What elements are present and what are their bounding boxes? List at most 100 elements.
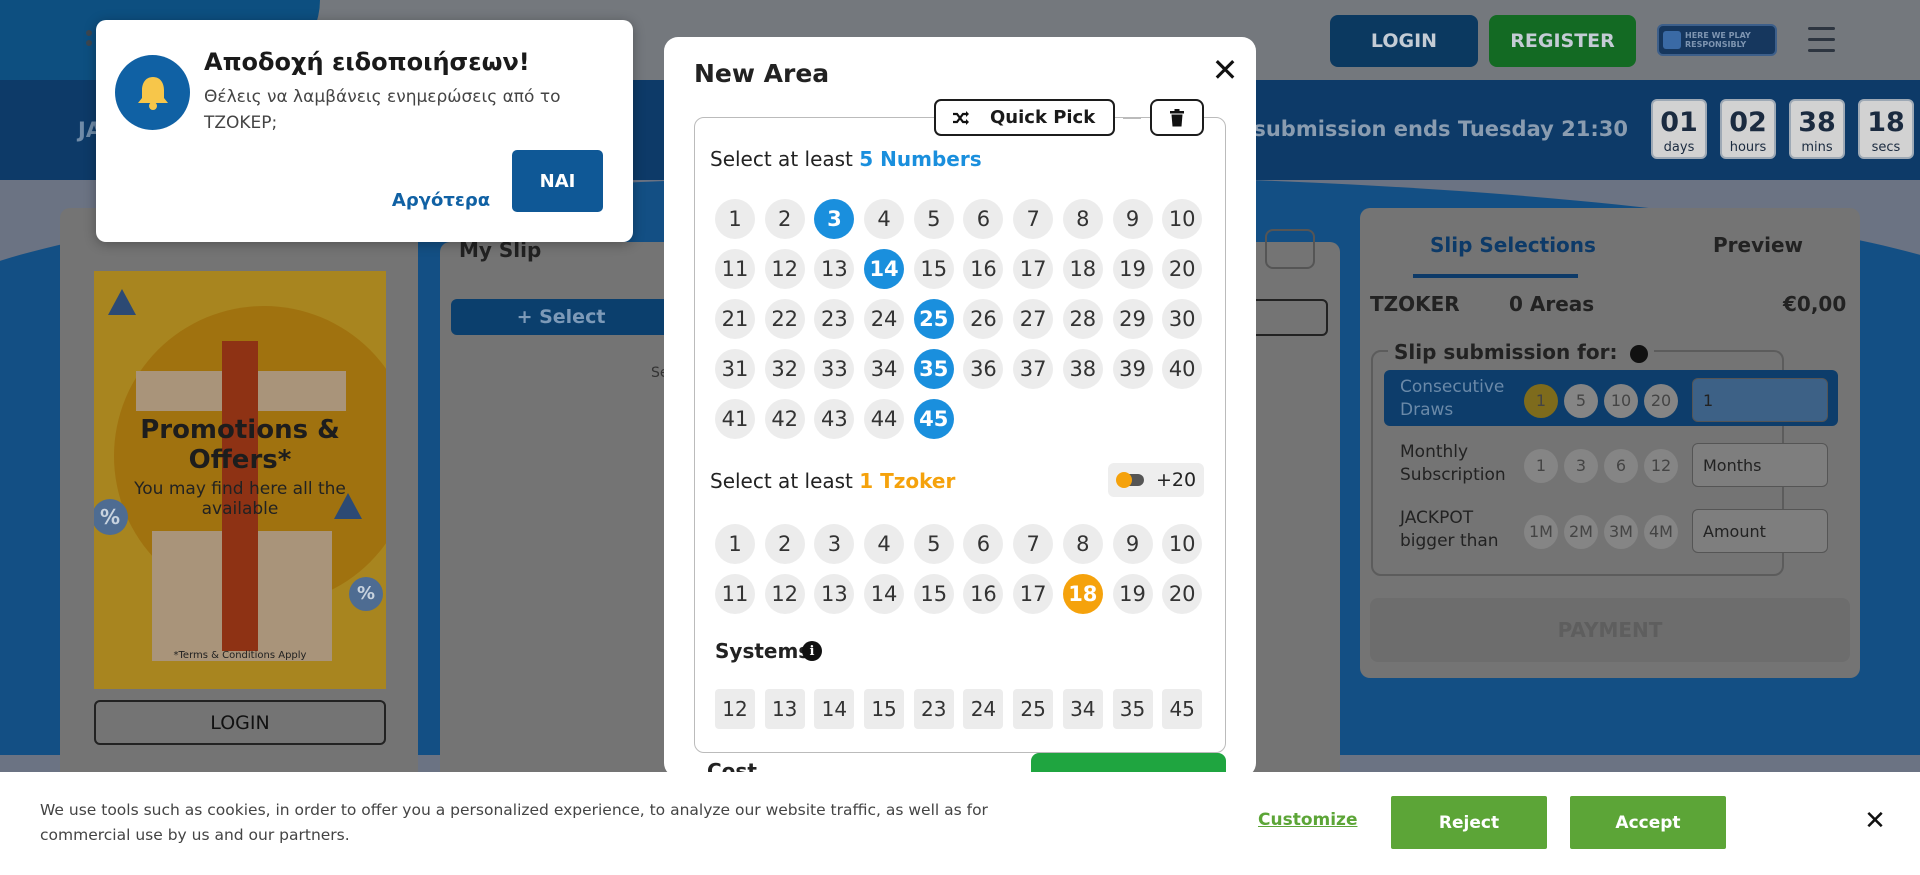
- main-number-ball[interactable]: 43: [814, 399, 855, 439]
- main-number-ball[interactable]: 15: [913, 249, 954, 289]
- tzoker-number-ball[interactable]: 15: [913, 574, 954, 614]
- main-number-ball[interactable]: 30: [1162, 299, 1203, 339]
- amount-select[interactable]: Amount: [1692, 509, 1828, 553]
- system-option[interactable]: 15: [864, 689, 905, 729]
- months-select[interactable]: Months: [1692, 443, 1828, 487]
- main-number-ball[interactable]: 11: [715, 249, 755, 289]
- option-chip[interactable]: 1: [1524, 384, 1558, 418]
- main-number-ball[interactable]: 7: [1013, 199, 1054, 239]
- main-number-ball[interactable]: 14: [864, 249, 905, 289]
- trash-icon[interactable]: [1150, 99, 1204, 136]
- main-number-ball[interactable]: 10: [1162, 199, 1203, 239]
- tzoker-toggle[interactable]: +20: [1108, 463, 1204, 497]
- reject-button[interactable]: Reject: [1391, 796, 1547, 849]
- tzoker-number-ball[interactable]: 20: [1162, 574, 1203, 614]
- main-number-ball[interactable]: 44: [864, 399, 905, 439]
- system-option[interactable]: 24: [963, 689, 1004, 729]
- tab-preview[interactable]: Preview: [1713, 233, 1803, 257]
- promo-banner[interactable]: % % Promotions & Offers* You may find he…: [94, 271, 386, 689]
- main-number-ball[interactable]: 3: [814, 199, 855, 239]
- main-number-ball[interactable]: 40: [1162, 349, 1203, 389]
- tzoker-number-ball[interactable]: 5: [913, 524, 954, 564]
- main-number-ball[interactable]: 17: [1013, 249, 1054, 289]
- option-chip[interactable]: 5: [1564, 384, 1598, 418]
- main-number-ball[interactable]: 31: [715, 349, 755, 389]
- tab-slip-selections[interactable]: Slip Selections: [1430, 233, 1596, 257]
- tzoker-number-ball[interactable]: 14: [864, 574, 905, 614]
- accept-button[interactable]: Accept: [1570, 796, 1726, 849]
- system-option[interactable]: 14: [814, 689, 855, 729]
- option-chip[interactable]: 3: [1564, 449, 1598, 483]
- payment-button[interactable]: PAYMENT: [1370, 598, 1850, 662]
- main-number-ball[interactable]: 42: [764, 399, 805, 439]
- tzoker-number-ball[interactable]: 16: [963, 574, 1004, 614]
- main-number-ball[interactable]: 24: [864, 299, 905, 339]
- main-number-ball[interactable]: 2: [764, 199, 805, 239]
- apps-grid-icon[interactable]: [86, 30, 96, 56]
- system-option[interactable]: 45: [1162, 689, 1203, 729]
- main-number-ball[interactable]: 25: [913, 299, 954, 339]
- tzoker-number-ball[interactable]: 6: [963, 524, 1004, 564]
- system-option[interactable]: 13: [764, 689, 805, 729]
- tzoker-number-ball[interactable]: 8: [1062, 524, 1103, 564]
- main-number-ball[interactable]: 41: [715, 399, 755, 439]
- yes-button[interactable]: ΝΑΙ: [512, 150, 603, 212]
- main-number-ball[interactable]: 23: [814, 299, 855, 339]
- tzoker-number-ball[interactable]: 11: [715, 574, 755, 614]
- promo-login-button[interactable]: LOGIN: [94, 700, 386, 745]
- tzoker-number-ball[interactable]: 17: [1013, 574, 1054, 614]
- main-number-ball[interactable]: 39: [1112, 349, 1153, 389]
- clear-slip-trash-icon[interactable]: [1265, 229, 1315, 269]
- option-chip[interactable]: 20: [1644, 384, 1678, 418]
- main-number-ball[interactable]: 32: [764, 349, 805, 389]
- close-icon[interactable]: ✕: [1210, 54, 1240, 86]
- option-chip[interactable]: 2M: [1564, 515, 1598, 549]
- tzoker-number-ball[interactable]: 18: [1062, 574, 1103, 614]
- tzoker-number-ball[interactable]: 7: [1013, 524, 1054, 564]
- option-chip[interactable]: 12: [1644, 449, 1678, 483]
- main-number-ball[interactable]: 1: [715, 199, 755, 239]
- main-number-ball[interactable]: 8: [1062, 199, 1103, 239]
- main-number-ball[interactable]: 37: [1013, 349, 1054, 389]
- tzoker-number-ball[interactable]: 12: [764, 574, 805, 614]
- main-number-ball[interactable]: 4: [864, 199, 905, 239]
- main-number-ball[interactable]: 33: [814, 349, 855, 389]
- info-icon[interactable]: i: [802, 641, 822, 661]
- main-number-ball[interactable]: 26: [963, 299, 1004, 339]
- main-number-ball[interactable]: 22: [764, 299, 805, 339]
- system-option[interactable]: 25: [1013, 689, 1054, 729]
- option-chip[interactable]: 1M: [1524, 515, 1558, 549]
- tzoker-number-ball[interactable]: 9: [1112, 524, 1153, 564]
- main-number-ball[interactable]: 19: [1112, 249, 1153, 289]
- header-register-button[interactable]: REGISTER: [1489, 15, 1636, 67]
- option-chip[interactable]: 4M: [1644, 515, 1678, 549]
- main-number-ball[interactable]: 45: [913, 399, 954, 439]
- main-number-ball[interactable]: 9: [1112, 199, 1153, 239]
- main-number-ball[interactable]: 13: [814, 249, 855, 289]
- option-chip[interactable]: 1: [1524, 449, 1558, 483]
- main-number-ball[interactable]: 36: [963, 349, 1004, 389]
- system-option[interactable]: 34: [1062, 689, 1103, 729]
- tzoker-number-ball[interactable]: 19: [1112, 574, 1153, 614]
- main-number-ball[interactable]: 27: [1013, 299, 1054, 339]
- main-number-ball[interactable]: 35: [913, 349, 954, 389]
- main-number-ball[interactable]: 5: [913, 199, 954, 239]
- select-numbers-button[interactable]: + Select: [451, 299, 671, 335]
- tzoker-number-ball[interactable]: 10: [1162, 524, 1203, 564]
- main-number-ball[interactable]: 38: [1062, 349, 1103, 389]
- tzoker-number-ball[interactable]: 4: [864, 524, 905, 564]
- close-icon[interactable]: ✕: [1862, 808, 1888, 834]
- main-number-ball[interactable]: 29: [1112, 299, 1153, 339]
- tzoker-number-ball[interactable]: 1: [715, 524, 755, 564]
- play-responsibly-badge[interactable]: HERE WE PLAY RESPONSIBLY: [1657, 24, 1777, 56]
- hamburger-menu-icon[interactable]: [1808, 27, 1835, 54]
- info-icon[interactable]: [1630, 344, 1649, 363]
- option-chip[interactable]: 3M: [1604, 515, 1638, 549]
- main-number-ball[interactable]: 21: [715, 299, 755, 339]
- tzoker-number-ball[interactable]: 2: [764, 524, 805, 564]
- customize-link[interactable]: Customize: [1258, 810, 1357, 830]
- main-number-ball[interactable]: 12: [764, 249, 805, 289]
- tzoker-number-ball[interactable]: 3: [814, 524, 855, 564]
- main-number-ball[interactable]: 16: [963, 249, 1004, 289]
- main-number-ball[interactable]: 34: [864, 349, 905, 389]
